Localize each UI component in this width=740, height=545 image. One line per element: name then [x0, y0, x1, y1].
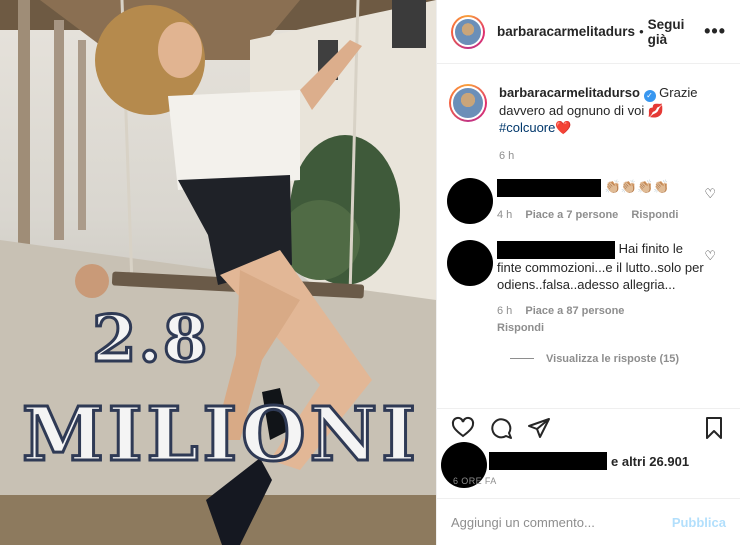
- verified-badge-icon: ✓: [643, 90, 656, 102]
- comment-time: 6 h: [497, 304, 513, 317]
- caption-avatar[interactable]: [449, 84, 487, 122]
- like-heart-icon[interactable]: ♡: [704, 248, 716, 264]
- comment-likes[interactable]: Piace a 7 persone: [525, 209, 618, 221]
- author-username[interactable]: barbaracarmelitadurs: [497, 24, 635, 39]
- comment-bubble-icon[interactable]: [489, 416, 513, 440]
- redacted-avatar[interactable]: [447, 178, 493, 224]
- redacted-username: [497, 178, 601, 197]
- follow-status-button[interactable]: Segui già: [648, 17, 704, 47]
- bookmark-icon[interactable]: [702, 416, 726, 440]
- action-bar: [437, 408, 740, 446]
- replies-divider: [510, 358, 534, 360]
- publish-button[interactable]: Pubblica: [672, 515, 726, 530]
- comment-input[interactable]: [451, 514, 672, 530]
- comment-time: 4 h: [497, 208, 513, 221]
- like-heart-icon[interactable]: ♡: [704, 186, 716, 202]
- likes-count[interactable]: e altri 26.901: [611, 454, 689, 469]
- caption-text-block: barbaracarmelitadurso ✓ Grazie davvero a…: [499, 84, 709, 136]
- share-send-icon[interactable]: [527, 416, 551, 440]
- add-comment-bar: Pubblica: [437, 498, 740, 545]
- view-replies-button[interactable]: Visualizza le risposte (15): [510, 353, 724, 365]
- like-heart-icon[interactable]: [451, 416, 475, 440]
- comment-meta: 4 h Piace a 7 persone Rispondi: [497, 207, 709, 224]
- caption-username[interactable]: barbaracarmelitadurso: [499, 85, 640, 100]
- view-replies-label: Visualizza le risposte (15): [546, 352, 680, 365]
- caption: barbaracarmelitadurso ✓ Grazie davvero a…: [449, 84, 724, 136]
- more-icon[interactable]: •••: [704, 21, 726, 42]
- reply-button[interactable]: Rispondi: [631, 209, 678, 221]
- post-image[interactable]: 2.8 MILIONI: [0, 0, 436, 545]
- author-avatar[interactable]: [451, 14, 485, 49]
- comment-text: 👏🏼👏🏼👏🏼👏🏼: [604, 179, 670, 194]
- redacted-avatar[interactable]: [447, 240, 493, 286]
- likes-summary[interactable]: e altri 26.901: [437, 442, 740, 488]
- caption-time: 6 h: [499, 150, 515, 162]
- caption-hashtag[interactable]: #colcuore: [499, 120, 555, 135]
- post-header: barbaracarmelitadurs • Segui già •••: [437, 0, 740, 64]
- comment-item: 👏🏼👏🏼👏🏼👏🏼 4 h Piace a 7 persone Rispondi …: [447, 178, 724, 224]
- overlay-word: MILIONI: [21, 391, 420, 480]
- redacted-username: [489, 452, 607, 470]
- comment-meta: 6 h Piace a 87 persone Rispondi: [497, 303, 709, 337]
- reply-button[interactable]: Rispondi: [497, 320, 709, 337]
- comment-item: Hai finito le finte commozioni...e il lu…: [447, 240, 724, 337]
- redacted-username: [497, 240, 615, 259]
- post-side-panel: barbaracarmelitadurs • Segui già ••• bar…: [436, 0, 740, 545]
- post-date: 6 ORE FA: [453, 476, 497, 486]
- overlay-number: 2.8: [90, 301, 210, 379]
- red-heart-emoji: ❤️: [555, 120, 572, 135]
- separator-dot: •: [639, 24, 644, 39]
- comments-section[interactable]: barbaracarmelitadurso ✓ Grazie davvero a…: [437, 64, 740, 406]
- comment-likes[interactable]: Piace a 87 persone: [525, 305, 624, 317]
